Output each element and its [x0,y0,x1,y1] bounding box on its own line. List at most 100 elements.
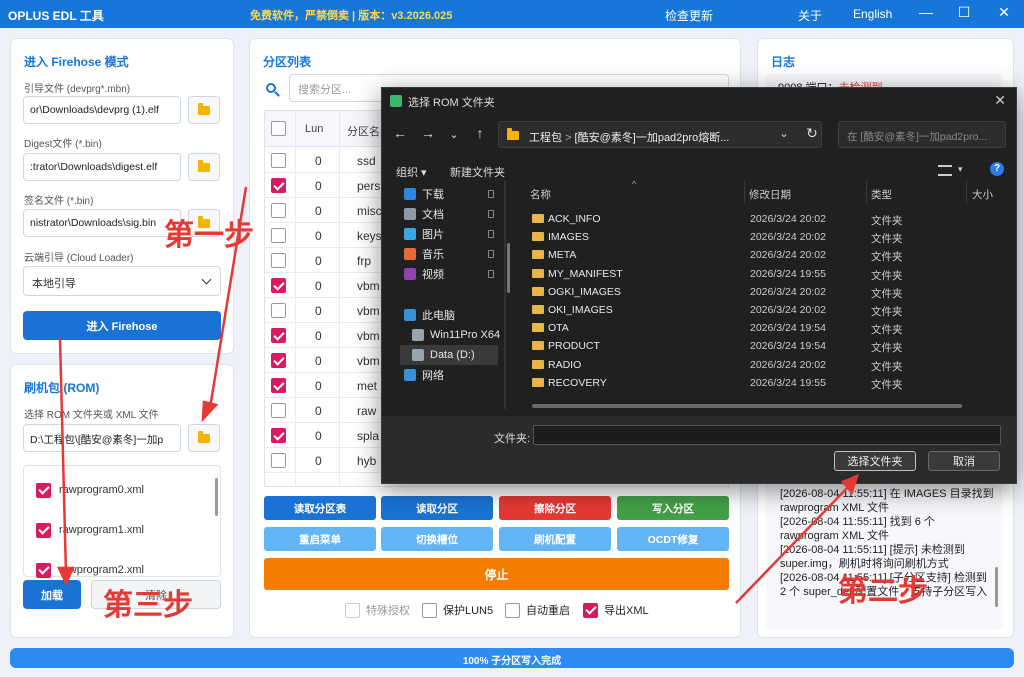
column-name[interactable]: 名称 [530,187,551,202]
language-button[interactable]: English [853,7,892,21]
row-checkbox[interactable] [271,253,286,268]
scrollbar[interactable] [995,567,998,607]
organize-button[interactable]: 组织 ▾ [396,164,427,180]
action-button[interactable]: 读取分区表 [264,496,376,520]
xml-checkbox[interactable] [36,562,51,578]
load-button[interactable]: 加载 [23,580,81,609]
breadcrumb-segment[interactable]: 工程包 [529,132,562,144]
scrollbar[interactable] [507,243,510,293]
action-button[interactable]: 刷机配置 [499,527,611,551]
row-checkbox[interactable] [271,403,286,418]
action-button[interactable]: 写入分区 [617,496,729,520]
row-checkbox[interactable] [271,428,286,443]
loader-browse-button[interactable] [188,96,220,124]
chevron-down-icon[interactable]: ⌄ [774,127,794,140]
row-checkbox[interactable] [271,328,286,343]
row-checkbox[interactable] [271,153,286,168]
row-checkbox[interactable] [271,353,286,368]
close-icon[interactable]: ✕ [994,92,1006,109]
select-all-checkbox[interactable] [271,121,286,136]
action-button[interactable]: 擦除分区 [499,496,611,520]
file-row[interactable]: PRODUCT 2026/3/24 19:54 文件夹 [532,338,1002,356]
column-date[interactable]: 修改日期 [749,187,791,202]
file-row[interactable]: IMAGES 2026/3/24 20:02 文件夹 [532,229,1002,247]
nav-item[interactable]: 音乐 [404,245,444,263]
sig-path-input[interactable]: nistrator\Downloads\sig.bin [23,209,181,237]
list-item[interactable]: rawprogram2.xml [36,561,144,579]
digest-browse-button[interactable] [188,153,220,181]
scrollbar[interactable] [215,478,218,516]
cloud-loader-select[interactable]: 本地引导 [23,266,221,296]
list-item[interactable]: rawprogram0.xml [36,481,144,499]
option-toggle[interactable]: 特殊授权 [345,602,410,618]
close-icon[interactable]: ✕ [994,4,1014,21]
file-row[interactable]: OGKI_IMAGES 2026/3/24 20:02 文件夹 [532,284,1002,302]
action-button[interactable]: 切换槽位 [381,527,493,551]
file-row[interactable]: RECOVERY 2026/3/24 19:55 文件夹 [532,375,1002,393]
row-checkbox[interactable] [271,203,286,218]
xml-checkbox[interactable] [36,482,51,498]
nav-item[interactable]: 下载 [404,185,444,203]
option-checkbox[interactable] [583,602,598,618]
nav-item[interactable]: 视频 [404,265,444,283]
row-checkbox[interactable] [271,178,286,193]
nav-item[interactable]: 图片 [404,225,444,243]
nav-item[interactable]: 此电脑 [404,306,455,324]
option-toggle[interactable]: 自动重启 [505,602,570,618]
breadcrumb-segment[interactable]: [酷安@素冬]一加pad2pro熔断... [575,132,730,144]
action-button[interactable]: 重启菜单 [264,527,376,551]
cancel-button[interactable]: 取消 [928,451,1000,471]
minimize-icon[interactable]: — [916,4,936,20]
row-checkbox[interactable] [271,303,286,318]
nav-item[interactable]: Data (D:) [412,346,475,364]
action-button[interactable]: 读取分区 [381,496,493,520]
option-toggle[interactable]: 保护LUN5 [422,602,493,618]
nav-item[interactable]: Win11Pro X64 [412,326,500,344]
row-checkbox[interactable] [271,228,286,243]
xml-checkbox[interactable] [36,522,51,538]
rom-path-input[interactable]: D:\工程包\[酷安@素冬]一加p [23,424,181,452]
rom-browse-button[interactable] [188,424,220,452]
nav-item[interactable]: 文档 [404,205,444,223]
row-checkbox[interactable] [271,378,286,393]
about-button[interactable]: 关于 [798,7,822,24]
check-update-button[interactable]: 检查更新 [665,7,713,24]
view-icon[interactable] [938,165,952,176]
chevron-down-icon[interactable]: ▾ [958,164,963,175]
file-row[interactable]: MY_MANIFEST 2026/3/24 19:55 文件夹 [532,266,1002,284]
folder-name-input[interactable] [533,425,1001,445]
file-row[interactable]: META 2026/3/24 20:02 文件夹 [532,247,1002,265]
scrollbar[interactable] [532,404,962,408]
column-type[interactable]: 类型 [871,187,892,202]
log-line: [2026-08-04 11:55:11] [提示] 未检测到 [780,544,965,556]
chevron-down-icon[interactable]: ⌄ [444,128,464,141]
refresh-icon[interactable]: ↻ [802,125,822,142]
column-size[interactable]: 大小 [972,187,993,202]
help-icon[interactable]: ? [990,162,1004,176]
select-folder-button[interactable]: 选择文件夹 [834,451,916,471]
option-toggle[interactable]: 导出XML [583,602,649,618]
file-row[interactable]: OTA 2026/3/24 19:54 文件夹 [532,320,1002,338]
up-arrow-icon[interactable]: ↑ [470,125,490,141]
option-checkbox[interactable] [422,602,437,618]
file-row[interactable]: RADIO 2026/3/24 20:02 文件夹 [532,357,1002,375]
enter-firehose-button[interactable]: 进入 Firehose [23,311,221,340]
file-row[interactable]: OKI_IMAGES 2026/3/24 20:02 文件夹 [532,302,1002,320]
back-arrow-icon[interactable]: ← [390,125,410,141]
loader-path-input[interactable]: or\Downloads\devprg (1).elf [23,96,181,124]
file-row[interactable]: ACK_INFO 2026/3/24 20:02 文件夹 [532,211,1002,229]
maximize-icon[interactable]: ☐ [954,4,974,21]
folder-icon [198,430,210,443]
digest-path-input[interactable]: :trator\Downloads\digest.elf [23,153,181,181]
option-checkbox[interactable] [505,602,520,618]
row-checkbox[interactable] [271,278,286,293]
option-checkbox[interactable] [345,602,360,618]
new-folder-button[interactable]: 新建文件夹 [450,164,505,180]
action-button[interactable]: OCDT修复 [617,527,729,551]
forward-arrow-icon[interactable]: → [418,125,438,141]
dialog-search-input[interactable]: 在 [酷安@素冬]一加pad2pro... [838,121,1006,148]
stop-button[interactable]: 停止 [264,558,729,590]
list-item[interactable]: rawprogram1.xml [36,521,144,539]
row-checkbox[interactable] [271,453,286,468]
nav-item[interactable]: 网络 [404,366,444,384]
